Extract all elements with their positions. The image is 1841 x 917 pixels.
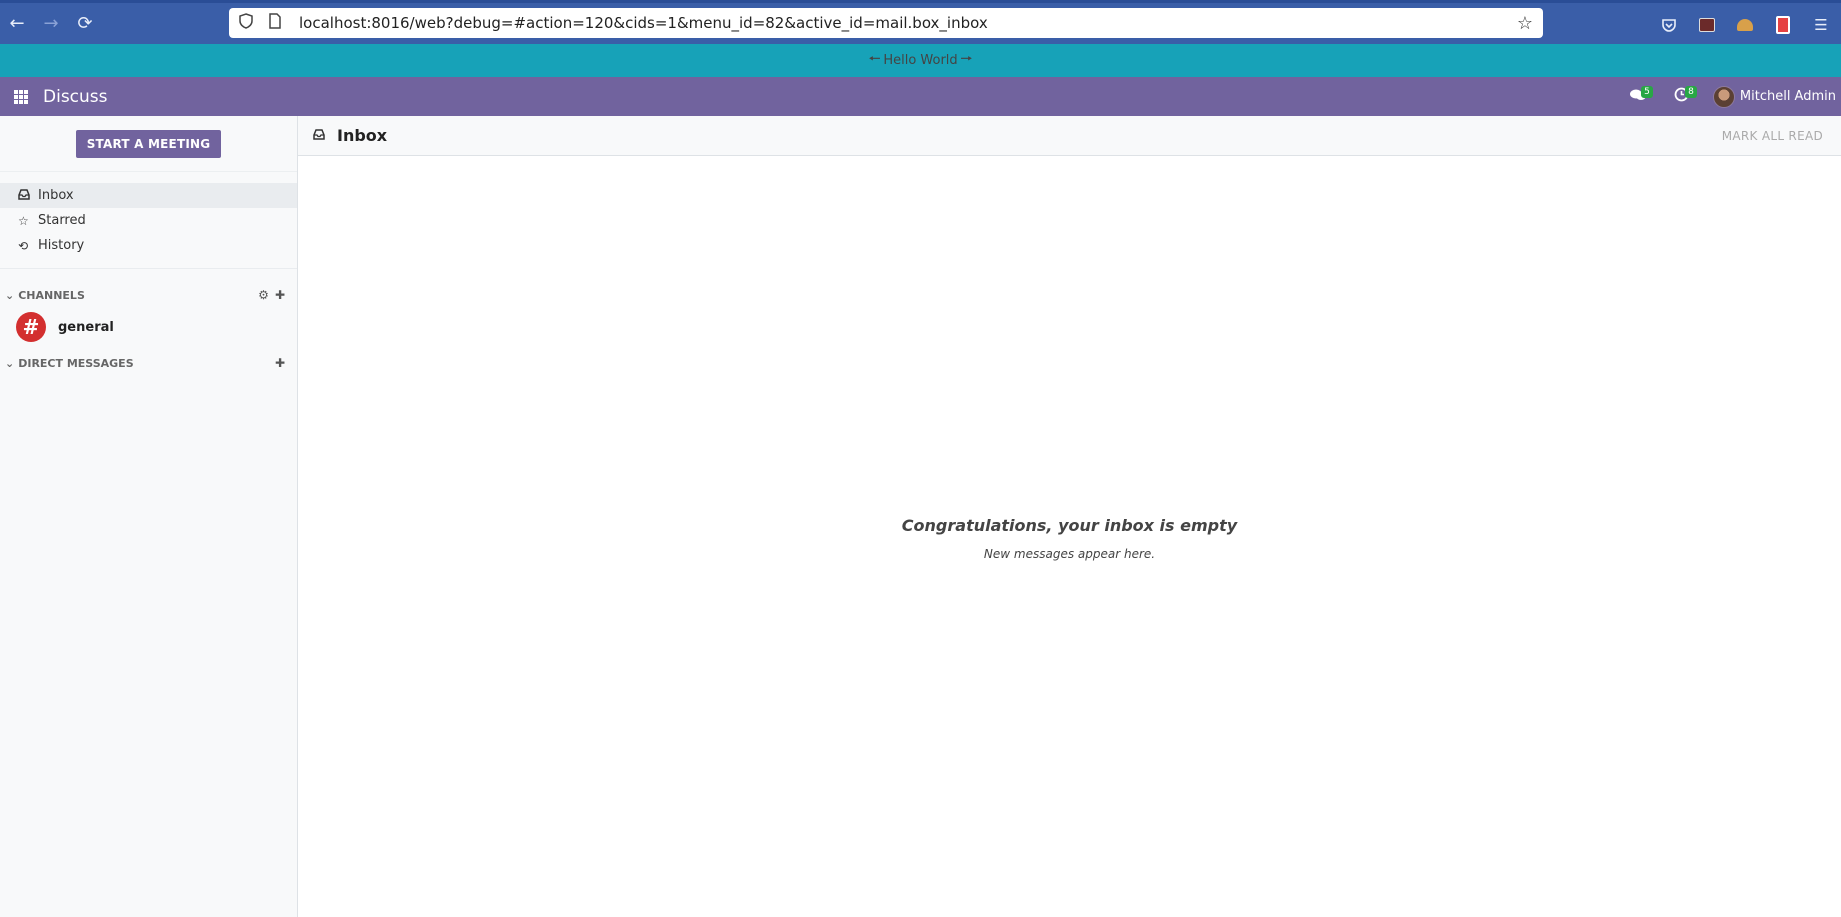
sidebar-item-history[interactable]: ⟲ History (0, 233, 297, 258)
sidebar-item-label: Inbox (38, 188, 74, 203)
channel-hash-icon: # (16, 312, 46, 342)
thread-view: Inbox MARK ALL READ Congratulations, you… (298, 116, 1841, 917)
start-meeting-button[interactable]: START A MEETING (75, 129, 222, 158)
activity-menu[interactable]: 8 (1665, 85, 1699, 109)
main-navbar: Discuss 5 8 Mitchell Admin (0, 77, 1841, 116)
reload-icon[interactable]: ⟳ (68, 7, 102, 41)
add-chat-icon[interactable]: ✚ (275, 356, 285, 370)
page-title: Inbox (337, 126, 388, 145)
hello-world-banner: 🠐 Hello World 🠒 (0, 44, 1841, 77)
extension-screen-icon[interactable] (1697, 15, 1717, 35)
chevron-down-icon[interactable]: ⌄ (5, 357, 14, 370)
pocket-icon[interactable] (1659, 15, 1679, 35)
messaging-menu[interactable]: 5 (1621, 85, 1655, 109)
arrow-right-icon: 🠒 (960, 51, 973, 67)
arrow-left-icon: 🠐 (868, 51, 881, 67)
sidebar-item-inbox[interactable]: Inbox (0, 183, 297, 208)
app-title[interactable]: Discuss (43, 87, 108, 107)
avatar (1712, 85, 1735, 108)
empty-inbox-message: Congratulations, your inbox is empty New… (298, 516, 1841, 561)
extension-gold-icon[interactable] (1735, 15, 1755, 35)
direct-messages-header: DIRECT MESSAGES (18, 356, 134, 370)
sidebar-item-starred[interactable]: ☆ Starred (0, 208, 297, 233)
back-icon[interactable]: ← (0, 7, 34, 41)
bookmark-star-icon[interactable]: ☆ (1517, 13, 1533, 34)
history-icon: ⟲ (18, 238, 29, 253)
sidebar-item-general[interactable]: # general (0, 309, 297, 345)
inbox-icon (313, 128, 325, 143)
channels-header: CHANNELS (18, 288, 85, 302)
user-name: Mitchell Admin (1739, 89, 1836, 104)
activities-badge: 8 (1685, 85, 1697, 98)
start-meeting-wrapper: START A MEETING (0, 116, 297, 172)
channels-category[interactable]: ⌄ CHANNELS ⚙ ✚ (0, 281, 297, 309)
extension-red-icon[interactable] (1773, 15, 1793, 35)
sidebar-item-label: History (38, 238, 85, 253)
forward-icon[interactable]: → (34, 7, 68, 41)
messages-badge: 5 (1641, 85, 1653, 98)
inbox-icon (18, 188, 38, 203)
direct-messages-category[interactable]: ⌄ DIRECT MESSAGES ✚ (0, 349, 297, 377)
user-menu[interactable]: Mitchell Admin (1712, 85, 1836, 108)
page-icon (269, 13, 287, 33)
banner-text: Hello World (883, 53, 958, 68)
browser-toolbar: ← → ⟳ localhost:8016/web?debug=#action=1… (0, 0, 1841, 44)
empty-subtitle: New messages appear here. (983, 547, 1156, 561)
apps-grid-icon[interactable] (14, 89, 28, 104)
address-bar[interactable]: localhost:8016/web?debug=#action=120&cid… (229, 8, 1543, 38)
gear-icon[interactable]: ⚙ (258, 288, 269, 302)
url-text[interactable]: localhost:8016/web?debug=#action=120&cid… (299, 14, 1517, 32)
channel-name: general (58, 319, 114, 335)
add-channel-icon[interactable]: ✚ (275, 288, 285, 302)
hamburger-menu-icon[interactable]: ☰ (1811, 15, 1831, 35)
mailbox-list: Inbox ☆ Starred ⟲ History (0, 172, 297, 269)
thread-header: Inbox MARK ALL READ (298, 116, 1841, 156)
discuss-main: START A MEETING Inbox ☆ Starred ⟲ Histor… (0, 116, 1841, 917)
chevron-down-icon[interactable]: ⌄ (5, 289, 14, 302)
discuss-sidebar: START A MEETING Inbox ☆ Starred ⟲ Histor… (0, 116, 298, 917)
shield-icon[interactable] (239, 13, 257, 33)
sidebar-item-label: Starred (38, 213, 86, 228)
star-icon: ☆ (18, 213, 29, 228)
mark-all-read-button[interactable]: MARK ALL READ (1714, 123, 1831, 149)
empty-title: Congratulations, your inbox is empty (901, 516, 1238, 535)
